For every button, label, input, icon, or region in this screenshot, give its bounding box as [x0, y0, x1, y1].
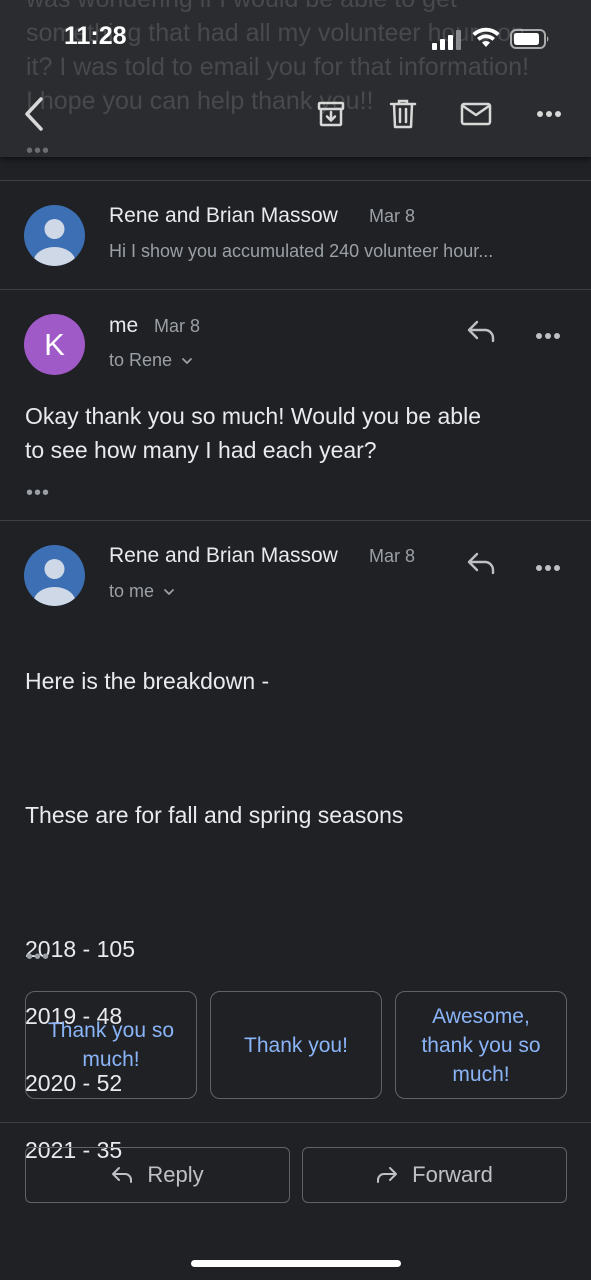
divider [0, 1122, 591, 1123]
more-options-button[interactable] [535, 327, 561, 345]
body-line [25, 732, 403, 766]
chevron-down-icon [182, 358, 192, 365]
status-bar: 11:28 [0, 0, 591, 80]
recipient-line: to Rene [109, 350, 173, 370]
more-icon [536, 565, 560, 571]
recipient-line: to me [109, 581, 155, 601]
forward-label: Forward [412, 1162, 493, 1187]
message-body: Here is the breakdown - These are for fa… [25, 631, 403, 1201]
avatar: K [24, 314, 85, 375]
reply-action-button[interactable]: Reply [25, 1147, 290, 1203]
forward-action-button[interactable]: Forward [302, 1147, 567, 1203]
body-line [25, 866, 403, 900]
reply-label: Reply [147, 1162, 204, 1187]
battery-icon [510, 29, 549, 49]
scrolled-ellipsis: ••• [26, 140, 51, 157]
avatar [24, 545, 85, 606]
reply-button[interactable] [466, 319, 496, 348]
delete-icon [389, 99, 417, 129]
smart-reply-chip[interactable]: Thank you so much! [25, 991, 197, 1099]
more-icon [536, 333, 560, 339]
more-icon [537, 111, 561, 117]
chevron-down-icon [164, 589, 174, 596]
cellular-signal-icon [432, 30, 461, 50]
forward-icon [377, 1167, 398, 1183]
message-body: Okay thank you so much! Would you be abl… [25, 403, 482, 463]
reply-button[interactable] [466, 551, 496, 580]
more-options-button[interactable] [528, 86, 570, 142]
sender-name: Rene and Brian Massow [109, 204, 338, 227]
top-app-bar: was wondering if I would be able to get … [0, 0, 591, 157]
mail-icon [460, 102, 492, 126]
back-icon [25, 97, 43, 131]
reply-icon [467, 552, 495, 575]
person-icon [33, 559, 76, 606]
show-quoted-text-button[interactable]: ••• [26, 946, 50, 969]
body-line: 2018 - 105 [25, 935, 135, 962]
message-date: Mar 8 [154, 316, 201, 336]
divider [0, 180, 591, 181]
avatar [24, 205, 85, 266]
show-quoted-text-button[interactable]: ••• [26, 482, 50, 505]
mark-unread-button[interactable] [455, 86, 497, 142]
body-line: These are for fall and spring seasons [25, 801, 404, 828]
message-snippet: Hi I show you accumulated 240 volunteer … [109, 241, 494, 261]
sender-name: me [109, 314, 139, 337]
more-options-button[interactable] [535, 559, 561, 577]
sender-name: Rene and Brian Massow [109, 544, 338, 567]
reply-icon [112, 1167, 133, 1183]
message-date: Mar 8 [369, 546, 416, 566]
recipient-details-toggle[interactable]: to me [109, 581, 175, 602]
person-icon [33, 219, 76, 266]
divider [0, 520, 591, 521]
smart-reply-chip[interactable]: Thank you! [210, 991, 382, 1099]
back-button[interactable] [14, 86, 54, 142]
archive-icon [317, 101, 345, 127]
recipient-details-toggle[interactable]: to Rene [109, 350, 193, 371]
toolbar [0, 86, 591, 142]
message-date: Mar 8 [369, 206, 416, 226]
body-line: Here is the breakdown - [25, 667, 270, 694]
status-time: 11:28 [64, 22, 127, 50]
reply-icon [467, 320, 495, 343]
archive-button[interactable] [310, 86, 352, 142]
wifi-icon [472, 27, 500, 47]
divider [0, 289, 591, 290]
delete-button[interactable] [382, 86, 424, 142]
home-indicator[interactable] [191, 1260, 401, 1267]
smart-reply-chip[interactable]: Awesome, thank you so much! [395, 991, 567, 1099]
